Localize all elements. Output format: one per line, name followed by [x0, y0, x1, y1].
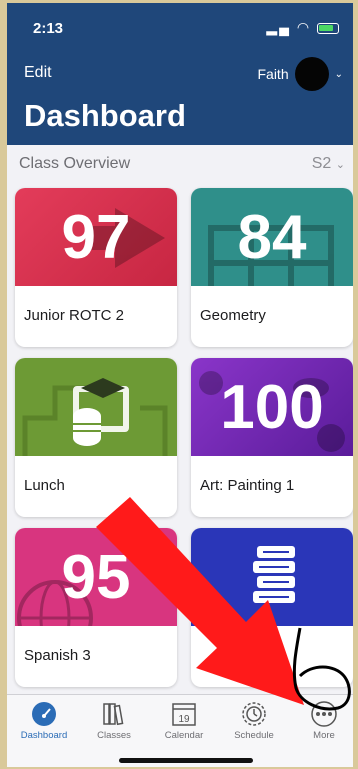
class-card-header: 95 — [15, 528, 177, 626]
class-card[interactable]: 95 Spanish 3 — [15, 528, 177, 687]
dashboard-gauge-icon — [32, 702, 56, 726]
book-stack-icon — [253, 546, 295, 603]
class-grade: 100 — [220, 372, 324, 442]
class-grade: 84 — [237, 202, 307, 272]
tab-label: Calendar — [164, 730, 204, 741]
wifi-icon: ◠ — [296, 19, 312, 35]
page-title: Dashboard — [24, 98, 186, 133]
status-bar: 2:13 ▂▄ ◠ — [7, 3, 353, 49]
class-name: Geometry — [200, 307, 266, 324]
class-overview-row: Class Overview S2 ⌄ — [7, 145, 353, 183]
class-grade: 97 — [61, 202, 131, 272]
calendar-day: 19 — [178, 714, 190, 725]
class-card[interactable] — [191, 528, 353, 687]
class-grade: 95 — [61, 542, 131, 612]
clock-icon — [242, 702, 266, 726]
books-icon — [103, 703, 124, 726]
class-name: Junior ROTC 2 — [24, 307, 125, 324]
class-card-header: 100 — [191, 358, 353, 456]
class-overview-label: Class Overview — [19, 155, 131, 172]
tab-classes[interactable]: Classes — [82, 701, 146, 747]
class-card[interactable]: Lunch — [15, 358, 177, 517]
phone-screen: 2:13 ▂▄ ◠ Edit Faith ⌄ Dashboard Class O… — [7, 3, 353, 767]
class-card[interactable]: 84 Geometry — [191, 188, 353, 347]
tab-label: Dashboard — [20, 730, 68, 741]
term-value: S2 — [311, 155, 332, 172]
tab-more[interactable]: More — [292, 701, 353, 747]
class-name: Spanish 3 — [24, 647, 91, 664]
class-card-header — [15, 358, 177, 456]
class-card-header: 84 — [191, 188, 353, 286]
status-time: 2:13 — [33, 20, 64, 37]
lunch-books-icon — [22, 378, 168, 456]
tab-label: Classes — [97, 730, 131, 741]
signal-icon: ▂▄ — [266, 19, 291, 35]
tab-bar: Dashboard Classes 19 Calendar Schedule M… — [7, 694, 353, 767]
ellipsis-icon — [311, 701, 337, 727]
battery-icon — [317, 22, 339, 34]
profile-switcher[interactable]: Faith ⌄ — [257, 57, 343, 91]
calendar-icon: 19 — [172, 703, 196, 726]
class-card[interactable]: 100 Art: Painting 1 — [191, 358, 353, 517]
tab-schedule[interactable]: Schedule — [222, 701, 286, 747]
tab-label: Schedule — [234, 730, 274, 741]
status-icons: ▂▄ ◠ — [266, 19, 339, 36]
class-name: Art: Painting 1 — [200, 477, 295, 494]
tab-calendar[interactable]: 19 Calendar — [152, 701, 216, 747]
edit-button[interactable]: Edit — [24, 64, 52, 82]
profile-name: Faith — [257, 66, 289, 82]
chevron-down-icon: ⌄ — [335, 159, 345, 171]
chevron-down-icon: ⌄ — [334, 68, 343, 80]
tab-dashboard[interactable]: Dashboard — [12, 701, 76, 747]
class-card-header — [191, 528, 353, 626]
class-name: Lunch — [24, 477, 65, 494]
class-card[interactable]: 97 Junior ROTC 2 — [15, 188, 177, 347]
nav-row: Edit Faith ⌄ — [7, 57, 353, 91]
home-indicator — [119, 758, 253, 763]
term-selector[interactable]: S2 ⌄ — [312, 155, 345, 173]
class-card-header: 97 — [15, 188, 177, 286]
avatar — [294, 57, 329, 91]
tab-label: More — [313, 730, 335, 741]
app-header: 2:13 ▂▄ ◠ Edit Faith ⌄ Dashboard — [7, 3, 353, 145]
